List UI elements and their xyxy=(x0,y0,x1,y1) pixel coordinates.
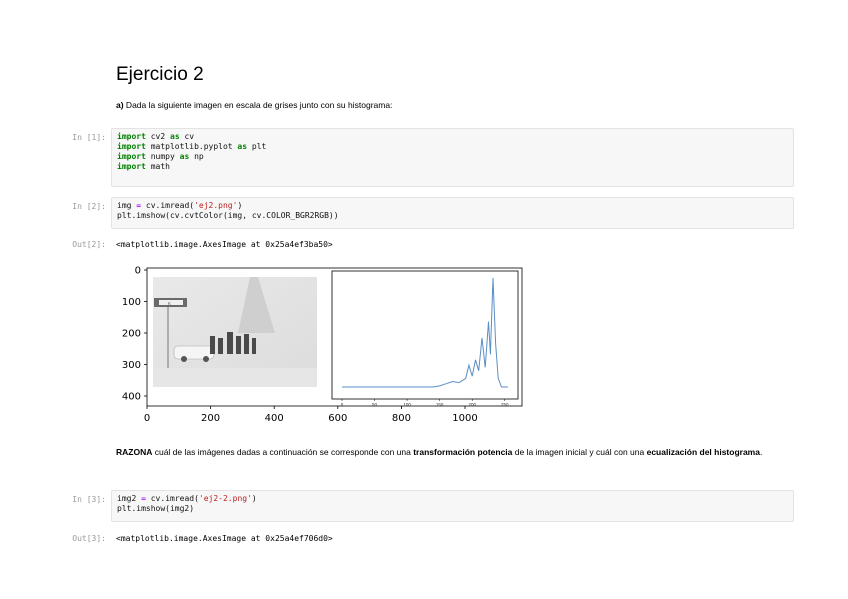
code-token: cv.imread( xyxy=(145,494,199,503)
code-cell-2-source[interactable]: img = cv.imread('ej2.png') plt.imshow(cv.… xyxy=(117,201,788,221)
code-token: as xyxy=(237,142,248,151)
code-cell-1[interactable]: import cv2 as cv import matplotlib.pyplot… xyxy=(111,128,794,187)
code-token: plt.imshow(img2) xyxy=(117,504,195,513)
hist-tick-label: 50 xyxy=(372,402,378,407)
x-tick-label: 400 xyxy=(265,413,284,424)
code-token: as xyxy=(170,132,180,141)
hist-tick-label: 100 xyxy=(403,402,411,407)
razona-text-2: de la imagen inicial y cuál con una xyxy=(512,447,647,457)
razona-bold-2: transformación potencia xyxy=(413,447,513,457)
code-token: import xyxy=(117,132,146,141)
intro-bold: a) xyxy=(116,100,124,110)
code-token: cv2 xyxy=(145,132,170,141)
x-tick-label: 600 xyxy=(328,413,347,424)
code-line: import cv2 as cv xyxy=(117,132,788,142)
code-line: plt.imshow(img2) xyxy=(117,504,788,514)
code-token: np xyxy=(189,152,204,161)
hist-tick-label: 150 xyxy=(436,402,444,407)
code-line: img2 = cv.imread('ej2-2.png') xyxy=(117,494,788,504)
y-tick-label: 400 xyxy=(122,392,141,403)
code-token: math xyxy=(145,162,170,171)
output-2-prompt: Out[2]: xyxy=(72,240,106,249)
code-cell-2[interactable]: img = cv.imread('ej2.png') plt.imshow(cv.… xyxy=(111,197,794,229)
code-cell-3[interactable]: img2 = cv.imread('ej2-2.png') plt.imshow(… xyxy=(111,490,794,522)
code-token: 'ej2-2.png' xyxy=(198,494,252,503)
code-token: cv xyxy=(179,132,195,141)
street-sign-text: K xyxy=(168,301,171,306)
code-token: ) xyxy=(251,494,257,503)
output-3-prompt: Out[3]: xyxy=(72,534,106,543)
y-tick-label: 300 xyxy=(122,360,141,371)
code-line: import numpy as np xyxy=(117,152,788,162)
intro-text: Dada la siguiente imagen en escala de gr… xyxy=(123,100,393,110)
code-token: import xyxy=(117,142,146,151)
razona-text-3: . xyxy=(759,447,763,457)
page-title: Ejercicio 2 xyxy=(116,64,204,85)
code-token: ) xyxy=(237,201,243,210)
code-token: import xyxy=(117,152,146,161)
code-token: import xyxy=(117,162,146,171)
razona-bold-1: RAZONA xyxy=(116,447,153,457)
razona-text-1: cuál de las imágenes dadas a continuació… xyxy=(152,447,414,457)
x-tick-label: 1000 xyxy=(452,413,477,424)
code-cell-1-source[interactable]: import cv2 as cv import matplotlib.pyplot… xyxy=(117,132,788,172)
code-line: img = cv.imread('ej2.png') xyxy=(117,201,788,211)
y-tick-label: 100 xyxy=(122,297,141,308)
code-token: 'ej2.png' xyxy=(194,201,238,210)
hist-tick-label: 250 xyxy=(501,402,509,407)
x-tick-label: 0 xyxy=(144,413,150,424)
code-token: plt xyxy=(247,142,267,151)
code-line: import math xyxy=(117,162,788,172)
histogram-panel: 0 50 100 150 200 250 xyxy=(331,270,519,407)
hist-tick-label: 200 xyxy=(468,402,476,407)
razona-paragraph: RAZONA cuál de las imágenes dadas a cont… xyxy=(116,445,776,459)
x-tick-label: 800 xyxy=(392,413,411,424)
razona-bold-3: ecualización del histograma xyxy=(646,447,760,457)
image-plot: K 0 50 100 150 200 250 0100200300400 0 200 400 6… xyxy=(122,266,523,424)
y-tick-label: 200 xyxy=(122,329,141,340)
code-token: plt.imshow(cv.cvtColor(img, cv.COLOR_BGR… xyxy=(117,211,339,220)
code-token: cv.imread( xyxy=(141,201,195,210)
code-line: import matplotlib.pyplot as plt xyxy=(117,142,788,152)
code-token: img2 xyxy=(117,494,142,503)
intro-paragraph: a) Dada la siguiente imagen en escala de… xyxy=(116,98,392,112)
grayscale-photo: K xyxy=(153,277,317,387)
code-token: matplotlib.pyplot xyxy=(145,142,238,151)
output-2-text: <matplotlib.image.AxesImage at 0x25a4ef3… xyxy=(116,240,333,249)
cell-2-prompt: In [2]: xyxy=(72,202,106,211)
code-line: plt.imshow(cv.cvtColor(img, cv.COLOR_BGR… xyxy=(117,211,788,221)
output-3-text: <matplotlib.image.AxesImage at 0x25a4ef7… xyxy=(116,534,333,543)
cell-1-prompt: In [1]: xyxy=(72,133,106,142)
code-token: numpy xyxy=(145,152,180,161)
code-token: as xyxy=(179,152,190,161)
cell-3-prompt: In [3]: xyxy=(72,495,106,504)
y-tick-label: 0 xyxy=(135,266,141,277)
code-token: img xyxy=(117,201,137,210)
code-cell-3-source[interactable]: img2 = cv.imread('ej2-2.png') plt.imshow(… xyxy=(117,494,788,514)
x-tick-label: 200 xyxy=(201,413,220,424)
